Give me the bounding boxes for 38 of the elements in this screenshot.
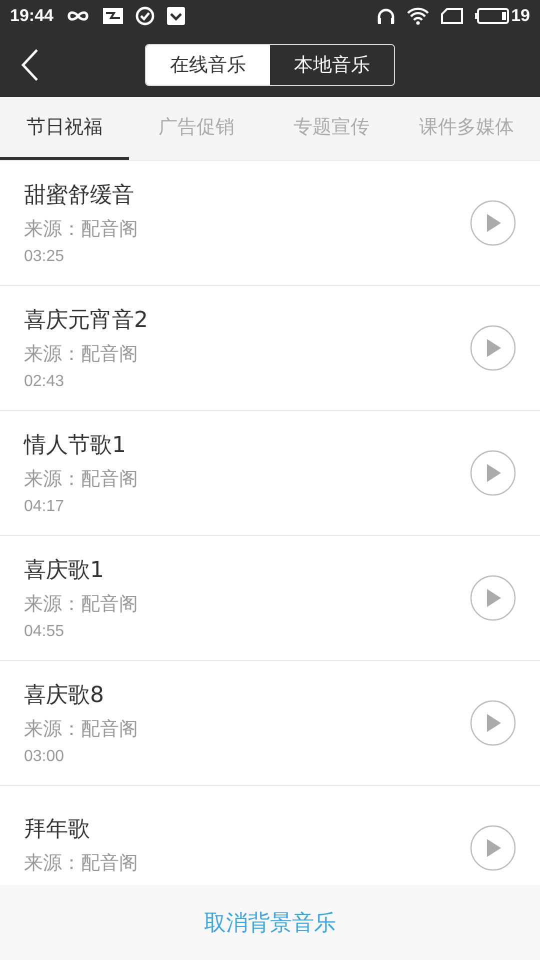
track-source: 来源：配音阁 bbox=[24, 467, 138, 492]
play-button[interactable] bbox=[470, 450, 516, 496]
track-duration: 04:55 bbox=[24, 623, 64, 641]
battery-icon bbox=[475, 8, 510, 24]
track-title: 喜庆元宵音2 bbox=[24, 307, 148, 335]
headphones-icon bbox=[377, 8, 396, 24]
play-button[interactable] bbox=[470, 200, 516, 246]
track-source: 来源：配音阁 bbox=[24, 851, 138, 876]
track-duration: 02:43 bbox=[24, 373, 64, 391]
track-source: 来源：配音阁 bbox=[24, 717, 138, 742]
track-title: 情人节歌1 bbox=[24, 432, 126, 460]
segment-tab[interactable]: 在线音乐 bbox=[146, 44, 270, 84]
infinity-icon bbox=[65, 9, 92, 23]
back-icon[interactable] bbox=[20, 48, 40, 82]
wifi-icon bbox=[407, 7, 430, 25]
battery-level: 19 bbox=[511, 6, 530, 26]
track-duration: 03:25 bbox=[24, 248, 64, 266]
track-title: 喜庆歌8 bbox=[24, 682, 104, 710]
category-tab[interactable]: 节日祝福 bbox=[0, 97, 129, 160]
track-title: 甜蜜舒缓音 bbox=[24, 182, 134, 210]
track-title: 喜庆歌1 bbox=[24, 557, 104, 585]
check-circle-icon bbox=[135, 6, 156, 26]
category-tab[interactable]: 专题宣传 bbox=[264, 97, 399, 160]
play-button[interactable] bbox=[470, 700, 516, 746]
category-tab[interactable]: 广告促销 bbox=[129, 97, 264, 160]
status-time: 19:44 bbox=[10, 6, 54, 26]
cancel-background-music-button[interactable]: 取消背景音乐 bbox=[198, 906, 342, 938]
category-tab[interactable]: 课件多媒体 bbox=[399, 97, 534, 160]
track-duration: 04:17 bbox=[24, 498, 64, 516]
play-button[interactable] bbox=[470, 325, 516, 371]
track-title: 拜年歌 bbox=[24, 816, 90, 844]
track-source: 来源：配音阁 bbox=[24, 217, 138, 242]
sim-card-icon bbox=[441, 8, 464, 24]
track-source: 来源：配音阁 bbox=[24, 342, 138, 367]
play-button[interactable] bbox=[470, 825, 516, 871]
play-button[interactable] bbox=[470, 575, 516, 621]
track-duration: 03:00 bbox=[24, 748, 64, 766]
track-source: 来源：配音阁 bbox=[24, 592, 138, 617]
